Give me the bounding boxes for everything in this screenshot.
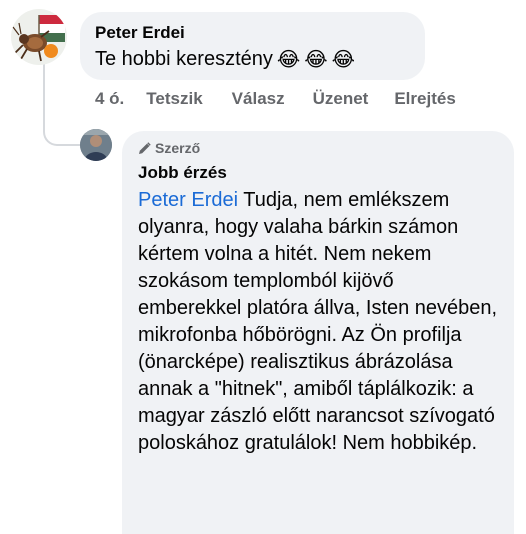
pencil-icon [139, 141, 151, 154]
avatar[interactable] [80, 129, 112, 161]
reply-author[interactable]: Jobb érzés [138, 163, 227, 183]
like-button[interactable]: Tetszik [146, 89, 202, 109]
laughing-emoji-icon: 😂 [304, 49, 328, 71]
comment-actions: 4 ó. Tetszik Válasz Üzenet Elrejtés [95, 89, 456, 109]
laughing-emoji-icon: 😂 [276, 49, 301, 71]
message-button[interactable]: Üzenet [313, 89, 369, 109]
author-badge-label: Szerző [155, 140, 201, 156]
avatar[interactable] [11, 9, 67, 65]
comment-body: Te hobbi keresztény [95, 48, 273, 70]
thread-connector [43, 108, 83, 146]
comment-text: Te hobbi keresztény 😂 😂 😂 [95, 47, 355, 72]
laughing-emoji-icon: 😂 [331, 49, 356, 71]
reply-bubble: Szerző Jobb érzés Peter Erdei Tudja, nem… [122, 131, 514, 534]
reply-text: Peter Erdei Tudja, nem emlékszem olyanra… [138, 187, 500, 457]
hide-button[interactable]: Elrejtés [394, 89, 455, 109]
comment-bubble: Peter Erdei Te hobbi keresztény 😂 😂 😂 [80, 12, 425, 80]
comment-timestamp[interactable]: 4 ó. [95, 89, 124, 109]
reply-body: Tudja, nem emlékszem olyanra, hogy valah… [138, 189, 498, 454]
reply-button[interactable]: Válasz [232, 89, 285, 109]
comment-author[interactable]: Peter Erdei [95, 23, 185, 43]
thread-line [43, 64, 45, 110]
mention-link[interactable]: Peter Erdei [138, 189, 238, 211]
author-badge: Szerző [138, 140, 200, 156]
